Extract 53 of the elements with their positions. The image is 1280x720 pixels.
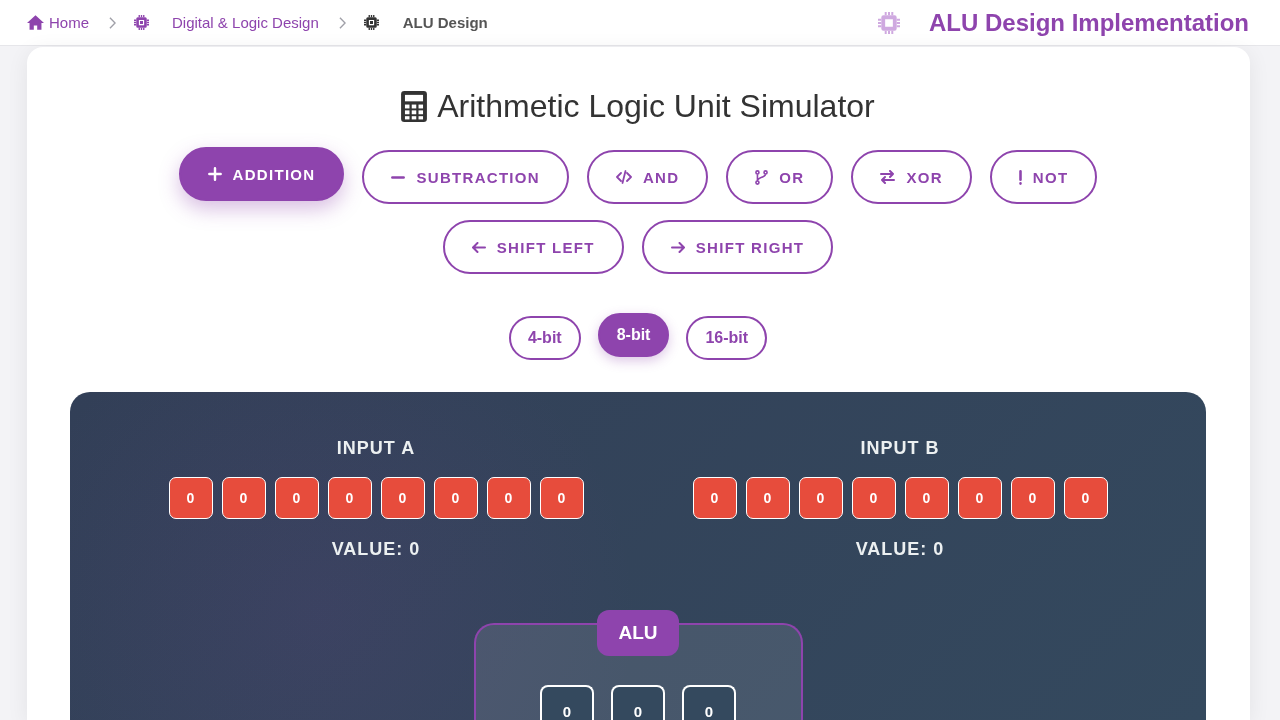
input-label: INPUT B — [860, 437, 940, 459]
chevron-icon — [109, 16, 116, 29]
output-bit: 0 — [540, 685, 594, 720]
bit-toggle[interactable]: 0 — [851, 477, 896, 519]
minus-icon — [391, 175, 406, 179]
bit-toggle[interactable]: 0 — [486, 477, 531, 519]
plus-icon — [207, 167, 222, 181]
operation-button[interactable]: SHIFT LEFT — [442, 220, 624, 274]
page-title: ALU Design Implementation — [928, 8, 1249, 37]
home-icon — [27, 15, 44, 30]
bit-toggle[interactable]: 0 — [221, 477, 266, 519]
chip-icon — [877, 11, 900, 34]
bit-width-button[interactable]: 8-bit — [597, 313, 670, 357]
chevron-icon — [338, 16, 346, 29]
input-value: VALUE: 0 — [855, 538, 945, 560]
bit-toggle[interactable]: 0 — [745, 477, 790, 519]
input-label: INPUT A — [336, 437, 416, 459]
operation-button[interactable]: AND — [586, 150, 709, 204]
bit-toggle[interactable]: 0 — [957, 477, 1002, 519]
arrow-left-icon — [471, 241, 486, 253]
exclamation-icon — [1018, 169, 1022, 185]
bit-width-button[interactable]: 16-bit — [686, 316, 768, 360]
bit-toggle[interactable]: 0 — [1010, 477, 1055, 519]
swap-arrows-icon — [880, 170, 896, 184]
branch-icon — [755, 169, 769, 185]
breadcrumb-link[interactable]: Digital & Logic Design — [172, 14, 319, 31]
code-icon — [615, 170, 632, 184]
bit-toggle[interactable]: 0 — [1063, 477, 1108, 519]
calculator-icon — [401, 90, 428, 122]
arrow-right-icon — [670, 241, 685, 253]
bit-width-button[interactable]: 4-bit — [508, 316, 581, 360]
operation-button[interactable]: XOR — [851, 150, 972, 204]
bit-toggle[interactable]: 0 — [539, 477, 584, 519]
output-bit: 0 — [682, 685, 736, 720]
input-value: VALUE: 0 — [331, 538, 421, 560]
bit-toggle[interactable]: 0 — [798, 477, 843, 519]
simulator-title: Arithmetic Logic Unit Simulator — [437, 87, 875, 126]
breadcrumb-current: ALU Design — [402, 14, 488, 31]
bit-toggle[interactable]: 0 — [692, 477, 737, 519]
operation-button[interactable]: OR — [726, 150, 834, 204]
bit-toggle[interactable]: 0 — [327, 477, 372, 519]
breadcrumb-link[interactable]: Home — [49, 14, 89, 31]
bit-toggle[interactable]: 0 — [274, 477, 319, 519]
operation-button[interactable]: SHIFT RIGHT — [641, 220, 834, 274]
alu-label: ALU — [597, 610, 679, 656]
operation-button[interactable]: SUBTRACTION — [362, 150, 569, 204]
bit-toggle[interactable]: 0 — [904, 477, 949, 519]
operation-button[interactable]: NOT — [989, 150, 1098, 204]
operation-button[interactable]: ADDITION — [178, 147, 345, 201]
output-bit: 0 — [611, 685, 665, 720]
bit-toggle[interactable]: 0 — [168, 477, 213, 519]
bit-toggle[interactable]: 0 — [380, 477, 425, 519]
bit-toggle[interactable]: 0 — [433, 477, 478, 519]
